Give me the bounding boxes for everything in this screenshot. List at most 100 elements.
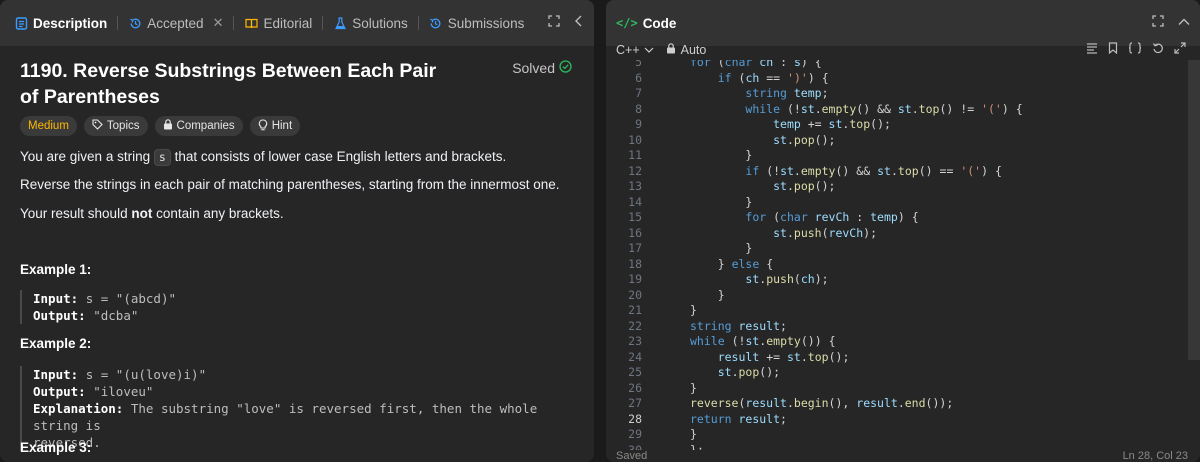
code-line[interactable]: 10 st.pop(); bbox=[606, 132, 1186, 149]
explanation-label: Explanation: bbox=[33, 401, 124, 416]
line-number: 8 bbox=[635, 101, 642, 116]
chevron-up-icon[interactable] bbox=[1178, 14, 1190, 30]
gutter bbox=[642, 411, 690, 428]
tab-description[interactable]: Description bbox=[6, 10, 115, 36]
flask-icon bbox=[333, 16, 347, 30]
code-line[interactable]: 21} bbox=[606, 302, 1186, 319]
line-number: 29 bbox=[628, 427, 642, 441]
editor-scrollbar[interactable] bbox=[1188, 60, 1200, 360]
code-line[interactable]: 27 reverse(result.begin(), result.end()); bbox=[606, 395, 1186, 412]
gutter bbox=[642, 302, 690, 319]
code-text: } bbox=[745, 241, 753, 255]
auto-mode-toggle[interactable]: Auto bbox=[666, 43, 706, 57]
tab-label: Accepted bbox=[147, 15, 204, 31]
line-number: 22 bbox=[628, 318, 642, 333]
tab-bar: Description Accepted ✕ Editorial Solutio… bbox=[0, 0, 594, 46]
output-value: "iloveu" bbox=[93, 384, 154, 399]
expand-icon[interactable] bbox=[548, 14, 560, 30]
description-paragraph: Reverse the strings in each pair of matc… bbox=[20, 177, 560, 192]
gutter bbox=[642, 116, 690, 133]
code-line[interactable]: 15 for (char revCh : temp) { bbox=[606, 209, 1186, 226]
code-line[interactable]: 17 } bbox=[606, 240, 1186, 257]
difficulty-badge[interactable]: Medium bbox=[20, 116, 77, 136]
line-number: 27 bbox=[628, 396, 642, 410]
code-text: }; bbox=[690, 442, 704, 451]
code-line[interactable]: 29} bbox=[606, 426, 1186, 443]
lightbulb-icon bbox=[258, 118, 268, 134]
code-line[interactable]: 23 while (!st.empty()) { bbox=[606, 333, 1186, 350]
gutter bbox=[642, 132, 690, 149]
example-3-title: Example 3: bbox=[20, 440, 92, 455]
line-number: 16 bbox=[628, 225, 642, 240]
solved-badge: Solved bbox=[512, 60, 572, 76]
code-line[interactable]: 6 if (ch == ')') { bbox=[606, 70, 1186, 87]
tab-label: Description bbox=[33, 15, 108, 31]
code-line[interactable]: 26} bbox=[606, 380, 1186, 397]
code-line[interactable]: 24 result += st.top(); bbox=[606, 349, 1186, 366]
gutter bbox=[642, 364, 690, 381]
topics-tag[interactable]: Topics bbox=[83, 116, 148, 136]
example-2-title: Example 2: bbox=[20, 336, 92, 351]
gutter bbox=[642, 256, 690, 273]
code-text: st.pop(); bbox=[773, 132, 836, 147]
tab-solutions[interactable]: Solutions bbox=[325, 10, 416, 36]
expand-icon[interactable] bbox=[1152, 14, 1164, 30]
book-icon bbox=[244, 16, 258, 30]
code-line[interactable]: 12 if (!st.empty() && st.top() == '(') { bbox=[606, 163, 1186, 180]
format-lines-icon[interactable] bbox=[1086, 42, 1098, 57]
language-select[interactable]: C++ bbox=[612, 43, 658, 57]
code-line[interactable]: 25 st.pop(); bbox=[606, 364, 1186, 381]
code-line[interactable]: 7 string temp; bbox=[606, 85, 1186, 102]
gutter bbox=[642, 395, 690, 412]
line-number: 10 bbox=[628, 132, 642, 147]
example-output-line: Output: "iloveu" bbox=[33, 383, 576, 400]
code-text: } bbox=[690, 303, 697, 317]
line-number: 18 bbox=[628, 256, 642, 271]
companies-tag[interactable]: Companies bbox=[154, 116, 243, 136]
code-text: reverse(result.begin(), result.end()); bbox=[690, 396, 954, 410]
code-text: } bbox=[745, 148, 753, 162]
gutter bbox=[642, 240, 690, 257]
code-text: return result; bbox=[690, 411, 787, 426]
code-line[interactable]: 14 } bbox=[606, 194, 1186, 211]
input-value: s = "(abcd)" bbox=[85, 291, 176, 306]
code-text: st.push(revCh); bbox=[773, 225, 878, 240]
desc-bold: not bbox=[131, 206, 153, 221]
code-line[interactable]: 22 string result; bbox=[606, 318, 1186, 335]
code-brackets-icon: </> bbox=[616, 16, 638, 30]
description-icon bbox=[14, 16, 28, 30]
tab-editorial[interactable]: Editorial bbox=[236, 10, 320, 36]
collapse-left-icon[interactable] bbox=[574, 14, 584, 30]
code-line[interactable]: 16 st.push(revCh); bbox=[606, 225, 1186, 242]
code-line[interactable]: 8 while (!st.empty() && st.top() != '(')… bbox=[606, 101, 1186, 118]
code-line[interactable]: 13 st.pop(); bbox=[606, 178, 1186, 195]
code-text: while (!st.empty()) { bbox=[690, 334, 836, 348]
bookmark-icon[interactable] bbox=[1108, 42, 1118, 57]
reset-icon[interactable] bbox=[1152, 42, 1164, 57]
code-line[interactable]: 11 } bbox=[606, 147, 1186, 164]
status-bar: Saved Ln 28, Col 23 bbox=[606, 450, 1200, 462]
hint-tag[interactable]: Hint bbox=[249, 116, 301, 136]
code-line[interactable]: 9 temp += st.top(); bbox=[606, 116, 1186, 133]
check-circle-icon bbox=[559, 60, 572, 76]
input-value: s = "(u(love)i)" bbox=[85, 367, 207, 382]
code-line[interactable]: 28 return result; bbox=[606, 411, 1186, 428]
tab-accepted[interactable]: Accepted ✕ bbox=[120, 10, 231, 36]
code-line[interactable]: 20 } bbox=[606, 287, 1186, 304]
maximize-icon[interactable] bbox=[1174, 42, 1186, 57]
close-icon[interactable]: ✕ bbox=[213, 15, 224, 31]
code-line[interactable]: 30}; bbox=[606, 442, 1186, 451]
tag-row: Medium Topics Companies Hint bbox=[20, 116, 301, 136]
tab-divider bbox=[117, 16, 119, 30]
line-number: 25 bbox=[628, 365, 642, 379]
line-number: 20 bbox=[628, 287, 642, 302]
gutter bbox=[642, 271, 690, 288]
code-editor[interactable]: 5 for (char ch : s) {6 if (ch == ')') {7 … bbox=[606, 60, 1186, 450]
code-text: if (ch == ')') { bbox=[717, 70, 829, 85]
braces-icon[interactable] bbox=[1128, 42, 1142, 57]
tab-submissions[interactable]: Submissions bbox=[421, 10, 533, 36]
gutter bbox=[642, 85, 690, 102]
code-line[interactable]: 18 } else { bbox=[606, 256, 1186, 273]
code-line[interactable]: 19 st.push(ch); bbox=[606, 271, 1186, 288]
input-label: Input: bbox=[33, 367, 79, 382]
